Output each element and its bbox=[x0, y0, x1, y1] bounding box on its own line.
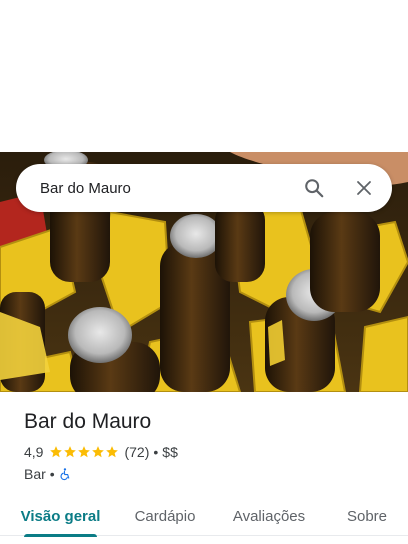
tab-bar: Visão geral Cardápio Avaliações Sobre bbox=[0, 496, 408, 537]
review-count: (72) bbox=[124, 444, 150, 460]
search-bar[interactable]: Bar do Mauro bbox=[16, 164, 392, 212]
place-info: Bar do Mauro 4,9 (72) • $$ Bar • bbox=[24, 408, 394, 484]
place-page: Bar do Mauro Bar do Mauro 4,9 (72) • $$ … bbox=[0, 0, 408, 544]
wheelchair-icon bbox=[60, 468, 69, 481]
search-icon bbox=[305, 179, 324, 198]
tab-overview[interactable]: Visão geral bbox=[21, 496, 100, 537]
category-label: Bar bbox=[24, 466, 46, 482]
search-button[interactable] bbox=[294, 168, 334, 208]
star-icon bbox=[64, 446, 77, 458]
tab-menu[interactable]: Cardápio bbox=[134, 496, 196, 536]
close-button[interactable] bbox=[344, 168, 384, 208]
place-title: Bar do Mauro bbox=[24, 410, 152, 433]
tab-about[interactable]: Sobre bbox=[347, 496, 387, 536]
tab-reviews[interactable]: Avaliações bbox=[232, 496, 306, 536]
search-input[interactable]: Bar do Mauro bbox=[40, 180, 294, 197]
category-row: Bar • bbox=[24, 464, 394, 484]
separator: • bbox=[153, 444, 159, 460]
price-level: $$ bbox=[162, 444, 178, 460]
close-icon bbox=[357, 181, 371, 195]
star-rating bbox=[49, 445, 119, 459]
star-icon bbox=[106, 446, 119, 458]
star-icon bbox=[92, 446, 105, 458]
rating-value: 4,9 bbox=[24, 444, 44, 460]
star-icon bbox=[50, 446, 63, 458]
star-icon bbox=[78, 446, 91, 458]
separator: • bbox=[49, 466, 55, 482]
rating-row[interactable]: 4,9 (72) • $$ bbox=[24, 442, 394, 462]
